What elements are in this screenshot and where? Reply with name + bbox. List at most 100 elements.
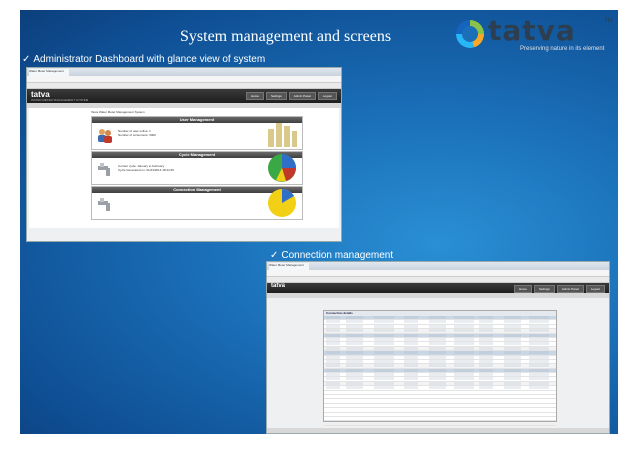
table-cell <box>326 329 340 332</box>
table-cell <box>529 351 549 354</box>
address-bar[interactable] <box>267 270 609 277</box>
settings-button[interactable]: Settings <box>266 92 287 100</box>
connection-management-panel[interactable]: Connection Management <box>91 186 303 220</box>
table-cell <box>429 369 446 372</box>
table-cell <box>454 382 474 385</box>
table-cell <box>479 360 493 363</box>
table-cell <box>429 338 446 341</box>
table-cell <box>346 338 363 341</box>
table-cell <box>504 351 521 354</box>
connection-pie-chart <box>266 187 298 219</box>
browser-tab[interactable]: Water Meter Management <box>29 69 69 76</box>
logout-button[interactable]: Logout <box>318 92 337 100</box>
table-cell <box>454 356 474 359</box>
table-cell <box>429 356 446 359</box>
table-cell <box>504 386 521 389</box>
table-cell <box>346 334 363 337</box>
bullet-text: Connection management <box>281 250 393 261</box>
table-cell <box>429 347 446 350</box>
table-cell <box>346 347 363 350</box>
table-cell <box>504 342 521 345</box>
table-cell <box>454 351 474 354</box>
table-cell <box>374 382 394 385</box>
address-bar[interactable] <box>27 76 341 83</box>
table-cell <box>429 373 446 376</box>
home-button[interactable]: Home <box>246 92 264 100</box>
cycle-pie-chart <box>266 152 298 184</box>
table-cell <box>404 329 418 332</box>
table-cell <box>326 377 340 380</box>
panel-text: Current cycle: January to February Cycle… <box>118 164 174 172</box>
table-cell <box>454 364 474 367</box>
table-cell <box>374 373 394 376</box>
app-subbar <box>267 293 609 298</box>
table-cell <box>346 316 363 319</box>
table-cell <box>404 334 418 337</box>
table-cell <box>374 325 394 328</box>
table-cell <box>404 325 418 328</box>
table-cell <box>374 356 394 359</box>
table-cell <box>346 377 363 380</box>
slide: System management and screens tatva TM P… <box>20 10 618 434</box>
table-cell <box>479 356 493 359</box>
logout-button[interactable]: Logout <box>586 285 605 293</box>
table-cell <box>529 347 549 350</box>
app-header: tatva WATER METER MANAGEMENT SYSTEM Home … <box>27 89 341 103</box>
table-cell <box>454 316 474 319</box>
table-cell <box>374 342 394 345</box>
table-cell <box>374 316 394 319</box>
table-cell <box>374 360 394 363</box>
table-cell <box>529 373 549 376</box>
table-cell <box>374 329 394 332</box>
table-cell <box>404 320 418 323</box>
table-cell <box>326 360 340 363</box>
table-cell <box>404 377 418 380</box>
table-cell <box>326 338 340 341</box>
table-cell <box>404 338 418 341</box>
browser-tabbar: Water Meter Management <box>27 68 341 76</box>
table-cell <box>529 342 549 345</box>
table-cell <box>529 325 549 328</box>
browser-tab[interactable]: Water Meter Management <box>269 263 309 270</box>
table-cell <box>429 316 446 319</box>
cycle-management-panel[interactable]: Cycle Management Current cycle: January … <box>91 151 303 185</box>
table-cell <box>529 377 549 380</box>
table-cell <box>346 320 363 323</box>
bullet-dashboard: ✓ Administrator Dashboard with glance vie… <box>22 54 265 65</box>
settings-button[interactable]: Settings <box>534 285 555 293</box>
welcome-text: Tatva Water Meter Management System <box>91 110 145 114</box>
admin-panel-button[interactable]: Admin Panel <box>557 285 584 293</box>
table-cell <box>504 334 521 337</box>
table-cell <box>479 377 493 380</box>
table-cell <box>326 382 340 385</box>
table-cell <box>346 351 363 354</box>
table-cell <box>504 373 521 376</box>
table-cell <box>326 320 340 323</box>
table-cell <box>504 329 521 332</box>
table-cell <box>529 386 549 389</box>
admin-panel-button[interactable]: Admin Panel <box>289 92 316 100</box>
table-cell <box>479 364 493 367</box>
table-cell <box>529 334 549 337</box>
table-cell <box>479 351 493 354</box>
table-cell <box>429 382 446 385</box>
table-cell <box>479 369 493 372</box>
table-cell <box>374 386 394 389</box>
table-cell <box>429 377 446 380</box>
app-header: tatva Home Settings Admin Panel Logout <box>267 283 609 293</box>
connection-grid: Connection details <box>323 310 557 422</box>
table-cell <box>346 373 363 376</box>
bullet-text: Administrator Dashboard with glance view… <box>33 54 265 65</box>
tatva-logo: tatva TM Preserving nature in its elemen… <box>450 14 618 56</box>
table-cell <box>404 386 418 389</box>
table-cell <box>326 334 340 337</box>
user-management-panel[interactable]: User Management Number of user online: 1… <box>91 116 303 150</box>
connection-screenshot: Water Meter Management tatva Home Settin… <box>266 261 610 434</box>
table-cell <box>346 325 363 328</box>
table-cell <box>504 316 521 319</box>
table-cell <box>404 369 418 372</box>
table-cell <box>504 325 521 328</box>
table-cell <box>454 360 474 363</box>
home-button[interactable]: Home <box>514 285 532 293</box>
table-cell <box>479 320 493 323</box>
